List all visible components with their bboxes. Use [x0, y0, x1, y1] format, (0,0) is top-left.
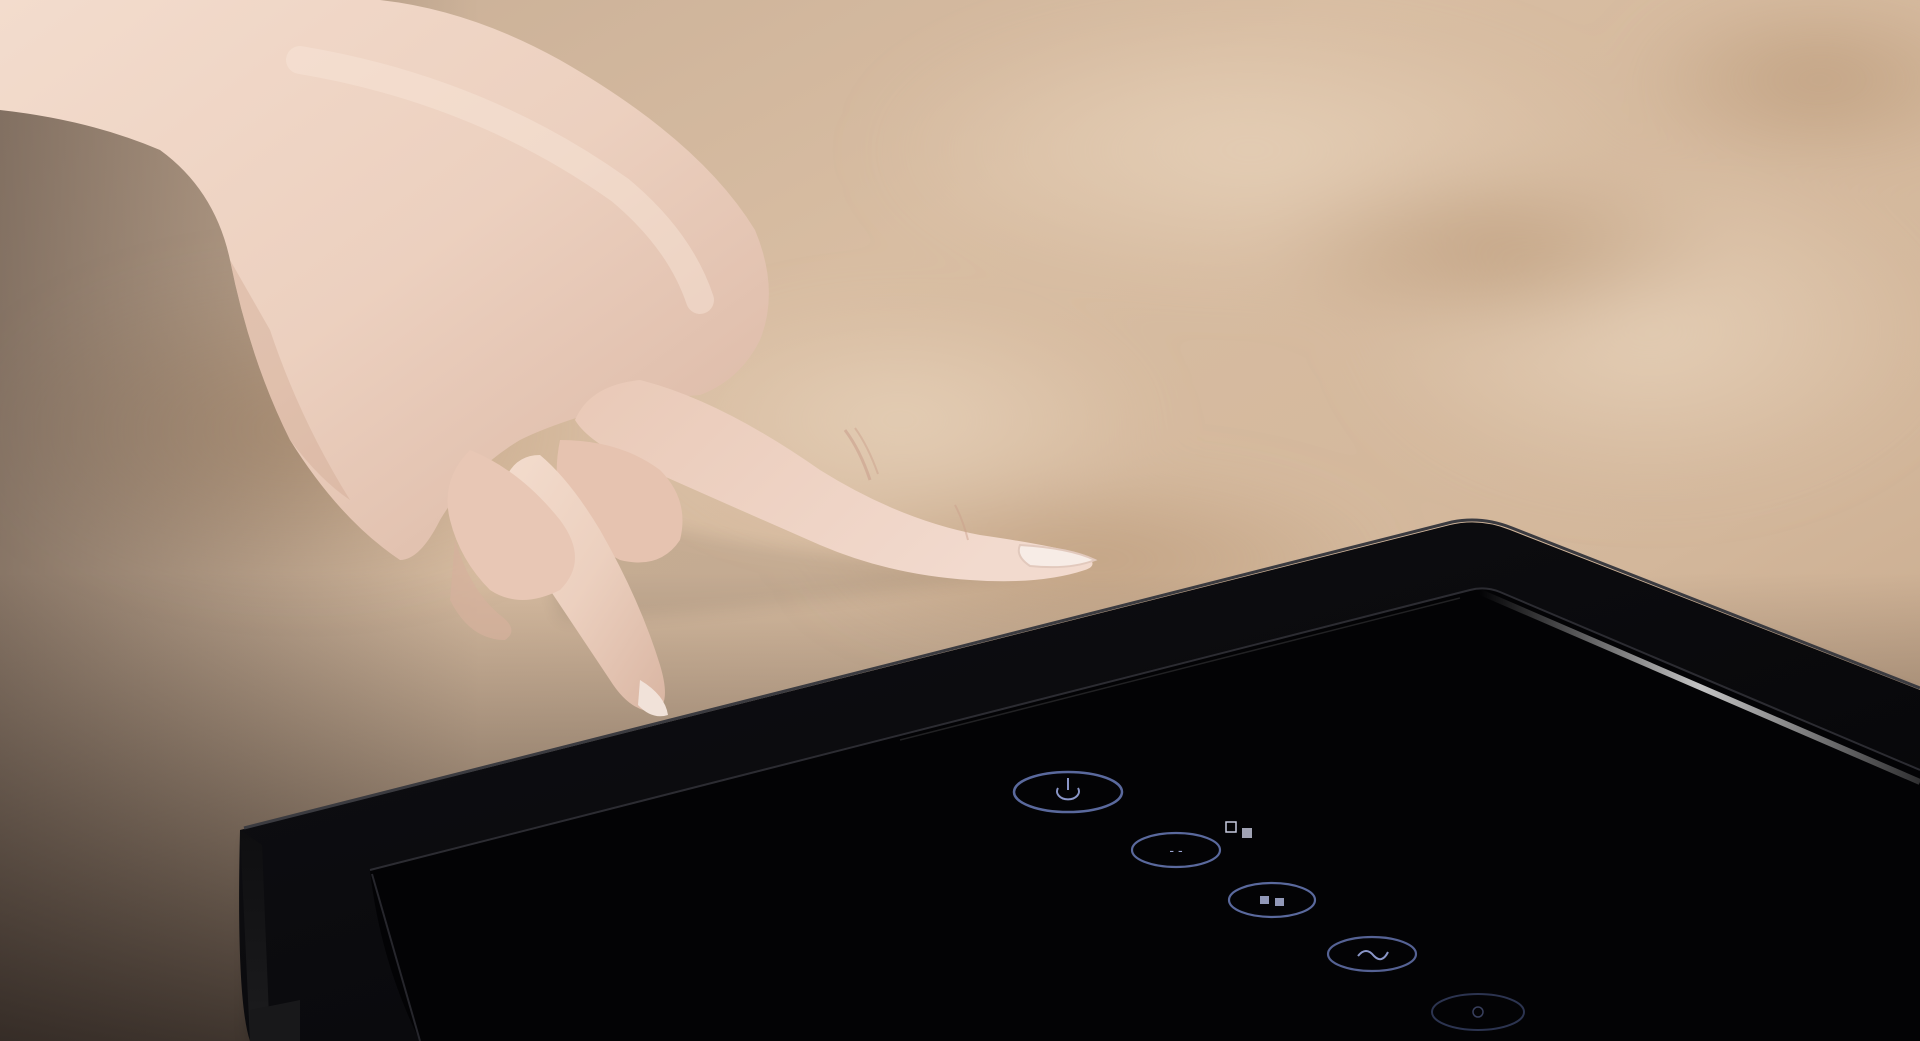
mode-icon: - - — [1169, 842, 1183, 858]
photo-illustration: - - — [0, 0, 1920, 1041]
svg-text:- -: - - — [1169, 842, 1183, 858]
photo-scene: - - — [0, 0, 1920, 1041]
